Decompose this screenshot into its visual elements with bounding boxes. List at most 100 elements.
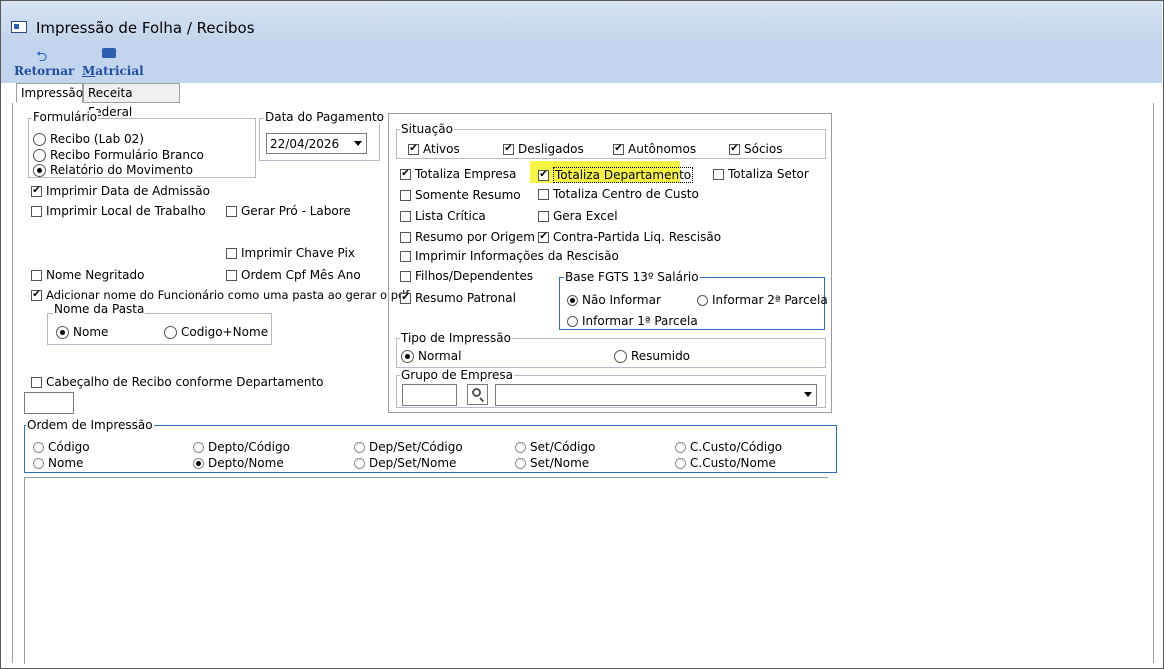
checkbox-box: [226, 269, 237, 281]
radio-circle: [697, 294, 708, 306]
radio-ordem-nome[interactable]: Nome: [33, 456, 83, 470]
check-imprimir-admissao[interactable]: ✔ Imprimir Data de Admissão: [31, 184, 210, 198]
check-totaliza-empresa[interactable]: ✔ Totaliza Empresa: [400, 167, 516, 181]
radio-ordem-codigo[interactable]: Código: [33, 440, 90, 454]
radio-recibo-lab[interactable]: Recibo (Lab 02): [33, 132, 144, 146]
check-ordem-cpf[interactable]: Ordem Cpf Mês Ano: [226, 268, 361, 282]
matricial-label: Matricial: [82, 64, 144, 78]
checkbox-box: ✔: [400, 292, 411, 304]
radio-pasta-codigo-nome[interactable]: Codigo+Nome: [164, 325, 268, 339]
checkbox-box: [713, 168, 724, 180]
radio-circle: [33, 132, 46, 146]
check-resumo-origem[interactable]: Resumo por Origem: [400, 230, 535, 244]
radio-ordem-ccusto-codigo[interactable]: C.Custo/Código: [675, 440, 782, 454]
check-filhos-dependentes[interactable]: Filhos/Dependentes: [400, 269, 533, 283]
checkbox-box: ✔: [538, 231, 549, 243]
check-totaliza-setor[interactable]: Totaliza Setor: [713, 167, 809, 181]
check-autonomos[interactable]: ✔ Autônomos: [613, 142, 696, 156]
radio-fgts-nao-informar[interactable]: Não Informar: [567, 293, 661, 307]
checkbox-box: [400, 231, 411, 243]
radio-circle: [193, 441, 204, 453]
result-list-area[interactable]: [24, 477, 828, 664]
check-lista-critica[interactable]: Lista Crítica: [400, 209, 486, 223]
checkbox-box: [538, 210, 549, 222]
checkbox-box: ✔: [31, 185, 42, 197]
tipo-impressao-title: Tipo de Impressão: [400, 331, 512, 345]
check-imprimir-info-rescisao[interactable]: Imprimir Informações da Rescisão: [400, 249, 619, 263]
checkbox-box: ✔: [729, 143, 740, 155]
matricial-button[interactable]: Matricial: [82, 44, 144, 80]
checkbox-box: [400, 210, 411, 222]
checkbox-box: [226, 205, 237, 217]
radio-ordem-depto-nome[interactable]: Depto/Nome: [193, 456, 284, 470]
checkbox-box: ✔: [538, 169, 549, 181]
search-icon-handle: [479, 397, 485, 403]
check-adicionar-nome[interactable]: ✔ Adicionar nome do Funcionário como uma …: [31, 288, 409, 302]
check-resumo-patronal[interactable]: ✔ Resumo Patronal: [400, 291, 516, 305]
printer-icon: [102, 48, 116, 58]
nome-pasta-title: Nome da Pasta: [53, 302, 146, 316]
radio-relatorio-movimento[interactable]: Relatório do Movimento: [33, 163, 193, 177]
window-icon: [11, 21, 27, 33]
checkbox-box: ✔: [503, 143, 514, 155]
radio-circle: [567, 315, 578, 327]
radio-fgts-2a-parcela[interactable]: Informar 2ª Parcela: [697, 293, 828, 307]
check-gerar-pro-labore[interactable]: Gerar Pró - Labore: [226, 204, 351, 218]
radio-circle: [56, 325, 69, 339]
retornar-label: Retornar: [14, 64, 75, 78]
radio-ordem-dep-set-codigo[interactable]: Dep/Set/Código: [354, 440, 463, 454]
radio-tipo-resumido[interactable]: Resumido: [614, 349, 690, 363]
check-contra-partida[interactable]: ✔ Contra-Partida Liq. Rescisão: [538, 230, 721, 244]
radio-ordem-set-nome[interactable]: Set/Nome: [515, 456, 589, 470]
check-socios[interactable]: ✔ Sócios: [729, 142, 782, 156]
search-button[interactable]: [467, 384, 488, 405]
radio-circle: [675, 441, 686, 453]
tab-bar: Impressão Receita Federal: [1, 83, 1162, 119]
check-nome-negritado[interactable]: Nome Negritado: [31, 268, 144, 282]
retornar-button[interactable]: ⮌ Retornar: [14, 44, 76, 80]
radio-tipo-normal[interactable]: Normal: [401, 349, 461, 363]
check-gera-excel[interactable]: Gera Excel: [538, 209, 618, 223]
radio-circle: [164, 325, 177, 339]
check-totaliza-departamento[interactable]: ✔ Totaliza Departamento: [538, 167, 694, 183]
tab-impressao[interactable]: Impressão: [16, 83, 83, 103]
radio-ordem-set-codigo[interactable]: Set/Código: [515, 440, 595, 454]
checkbox-box: [31, 376, 42, 388]
radio-fgts-1a-parcela[interactable]: Informar 1ª Parcela: [567, 314, 698, 328]
checkbox-box: [226, 247, 237, 259]
grupo-empresa-dropdown[interactable]: [495, 384, 817, 406]
radio-ordem-ccusto-nome[interactable]: C.Custo/Nome: [675, 456, 776, 470]
check-desligados[interactable]: ✔ Desligados: [503, 142, 584, 156]
base-fgts-title: Base FGTS 13º Salário: [564, 270, 700, 284]
checkbox-box: [400, 270, 411, 282]
situacao-title: Situação: [400, 122, 454, 136]
checkbox-box: ✔: [31, 289, 42, 301]
data-pagamento-dropdown[interactable]: 22/04/2026: [266, 133, 367, 154]
departamento-input[interactable]: [24, 392, 74, 414]
check-somente-resumo[interactable]: Somente Resumo: [400, 188, 521, 202]
tab-receita-federal[interactable]: Receita Federal: [83, 83, 180, 119]
radio-circle: [515, 441, 526, 453]
radio-circle: [401, 349, 414, 363]
check-imprimir-chave-pix[interactable]: Imprimir Chave Pix: [226, 246, 355, 260]
data-pagamento-title: Data do Pagamento: [264, 110, 385, 124]
check-imprimir-local[interactable]: Imprimir Local de Trabalho: [31, 204, 206, 218]
radio-ordem-depto-codigo[interactable]: Depto/Código: [193, 440, 290, 454]
radio-circle: [33, 441, 44, 453]
checkbox-box: [400, 250, 411, 262]
checkbox-box: ✔: [613, 143, 624, 155]
checkbox-box: [400, 189, 411, 201]
search-icon: [472, 388, 481, 397]
check-ativos[interactable]: ✔ Ativos: [408, 142, 460, 156]
radio-circle: [33, 163, 46, 177]
radio-ordem-dep-set-nome[interactable]: Dep/Set/Nome: [354, 456, 456, 470]
check-cabecalho-recibo[interactable]: Cabeçalho de Recibo conforme Departament…: [31, 375, 324, 389]
radio-recibo-branco[interactable]: Recibo Formulário Branco: [33, 148, 204, 162]
radio-circle: [33, 457, 44, 469]
grupo-empresa-code-input[interactable]: [402, 384, 457, 406]
radio-pasta-nome[interactable]: Nome: [56, 325, 108, 339]
radio-circle: [515, 457, 526, 469]
radio-circle: [193, 457, 204, 469]
check-totaliza-centro-custo[interactable]: Totaliza Centro de Custo: [538, 187, 699, 201]
radio-circle: [354, 441, 365, 453]
